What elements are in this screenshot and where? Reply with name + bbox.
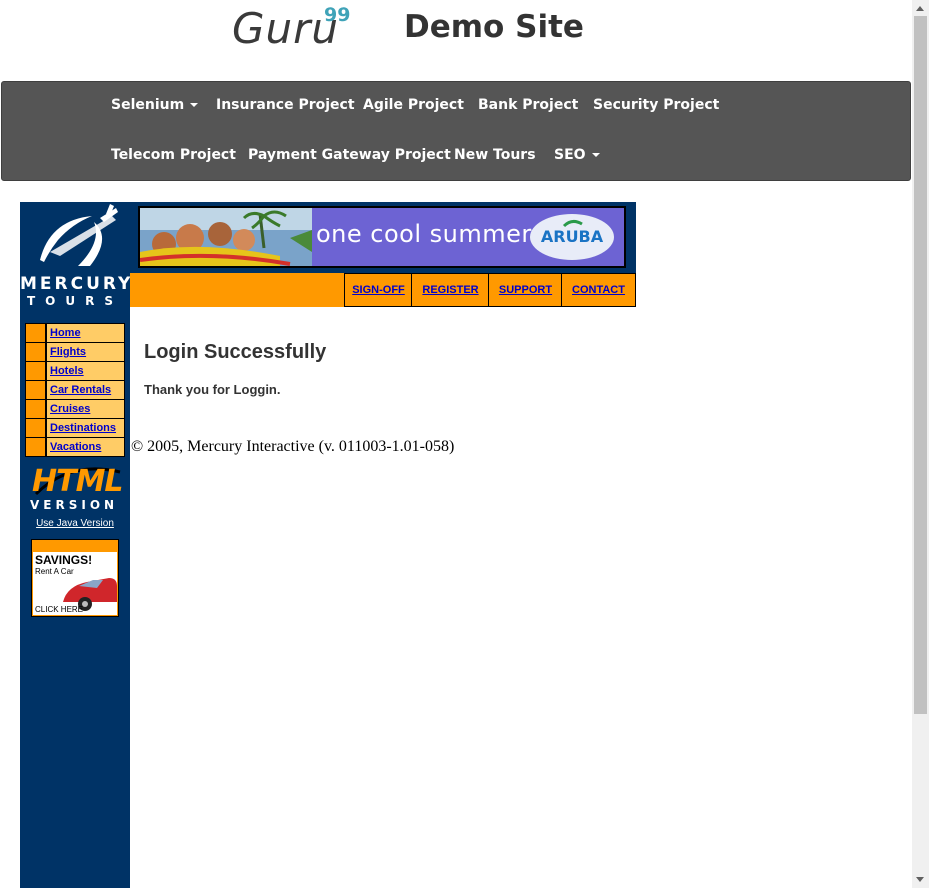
rent-a-car-ad[interactable]: SAVINGS! Rent A Car CLICK HERE (31, 539, 119, 617)
sign-off-link[interactable]: SIGN-OFF (352, 284, 405, 296)
version-word: VERSION (30, 498, 119, 512)
menu-item-flights: Flights (25, 343, 125, 361)
menu-link-car-rentals[interactable]: Car Rentals (50, 384, 111, 396)
sidebar-menu: Home Flights Hotels Car Rentals Cruises … (25, 323, 125, 457)
menu-bullet (26, 324, 45, 342)
caret-down-icon (190, 103, 199, 107)
menu-bullet (26, 438, 45, 456)
tab-support: SUPPORT (488, 273, 562, 307)
page-heading: Login Successfully (144, 341, 327, 363)
nav-insurance-project[interactable]: Insurance Project (216, 97, 355, 113)
scroll-thumb[interactable] (914, 16, 927, 714)
nav-bank-project[interactable]: Bank Project (478, 97, 578, 113)
aruba-brand: ARUBA (540, 227, 604, 246)
nav-payment-gateway-project[interactable]: Payment Gateway Project (248, 147, 451, 163)
tab-contact: CONTACT (561, 273, 636, 307)
left-sidebar: MERCURY TOURS Home Flights Hotels Car Re… (20, 202, 130, 888)
nav-seo[interactable]: SEO (554, 147, 600, 163)
top-tabbar: SIGN-OFF REGISTER SUPPORT CONTACT (130, 273, 636, 307)
menu-item-car-rentals: Car Rentals (25, 381, 125, 399)
contact-link[interactable]: CONTACT (572, 284, 625, 296)
scroll-up-icon[interactable] (916, 6, 924, 11)
aruba-logo: ARUBA (530, 214, 614, 260)
menu-bullet (26, 419, 45, 437)
menu-item-vacations: Vacations (25, 438, 125, 456)
caret-down-icon (591, 153, 600, 157)
menu-link-destinations[interactable]: Destinations (50, 422, 116, 434)
support-link[interactable]: SUPPORT (499, 284, 552, 296)
nav-new-tours[interactable]: New Tours (454, 147, 536, 163)
menu-link-cruises[interactable]: Cruises (50, 403, 90, 415)
nav-selenium[interactable]: Selenium (111, 97, 199, 113)
vertical-scrollbar[interactable] (912, 0, 929, 888)
site-title: Demo Site (404, 9, 584, 45)
airplane-logo-icon (40, 204, 118, 266)
top-navbar: Selenium Insurance Project Agile Project… (1, 81, 911, 181)
nav-security-project[interactable]: Security Project (593, 97, 719, 113)
register-link[interactable]: REGISTER (422, 284, 478, 296)
banner-text: one cool summer (316, 220, 532, 248)
beach-photo-icon (140, 208, 312, 266)
tab-register: REGISTER (411, 273, 489, 307)
mercury-tours-logo[interactable]: MERCURY TOURS (20, 202, 130, 314)
use-java-version-link[interactable]: Use Java Version (20, 518, 130, 529)
nav-label: Selenium (111, 97, 185, 113)
html-word: HTML (32, 464, 124, 499)
nav-agile-project[interactable]: Agile Project (363, 97, 464, 113)
ad-click-here: CLICK HERE (35, 605, 84, 614)
menu-link-hotels[interactable]: Hotels (50, 365, 84, 377)
menu-link-flights[interactable]: Flights (50, 346, 86, 358)
nav-label: SEO (554, 147, 586, 163)
site-header: Guru 99 Demo Site (0, 0, 912, 80)
tab-sign-off: SIGN-OFF (344, 273, 412, 307)
menu-item-home: Home (25, 324, 125, 342)
menu-bullet (26, 400, 45, 418)
menu-link-home[interactable]: Home (50, 327, 81, 339)
menu-bullet (26, 343, 45, 361)
menu-bullet (26, 362, 45, 380)
guru99-logo[interactable]: Guru 99 (232, 4, 350, 53)
menu-link-vacations[interactable]: Vacations (50, 441, 101, 453)
scroll-down-icon[interactable] (916, 877, 924, 882)
brand-sub: TOURS (26, 294, 123, 308)
menu-item-destinations: Destinations (25, 419, 125, 437)
logo-superscript: 99 (324, 4, 351, 26)
html-version-badge: HTML VERSION (30, 464, 124, 512)
copyright-footer: © 2005, Mercury Interactive (v. 011003-1… (131, 438, 455, 455)
nav-telecom-project[interactable]: Telecom Project (111, 147, 236, 163)
menu-bullet (26, 381, 45, 399)
ad-panel: SAVINGS! Rent A Car CLICK HERE (33, 552, 117, 615)
login-message: Thank you for Loggin. (144, 382, 281, 397)
brand-name: MERCURY (20, 274, 134, 294)
aruba-banner-ad[interactable]: one cool summer ARUBA (138, 206, 626, 268)
menu-item-hotels: Hotels (25, 362, 125, 380)
logo-text: Guru (232, 4, 340, 53)
menu-item-cruises: Cruises (25, 400, 125, 418)
